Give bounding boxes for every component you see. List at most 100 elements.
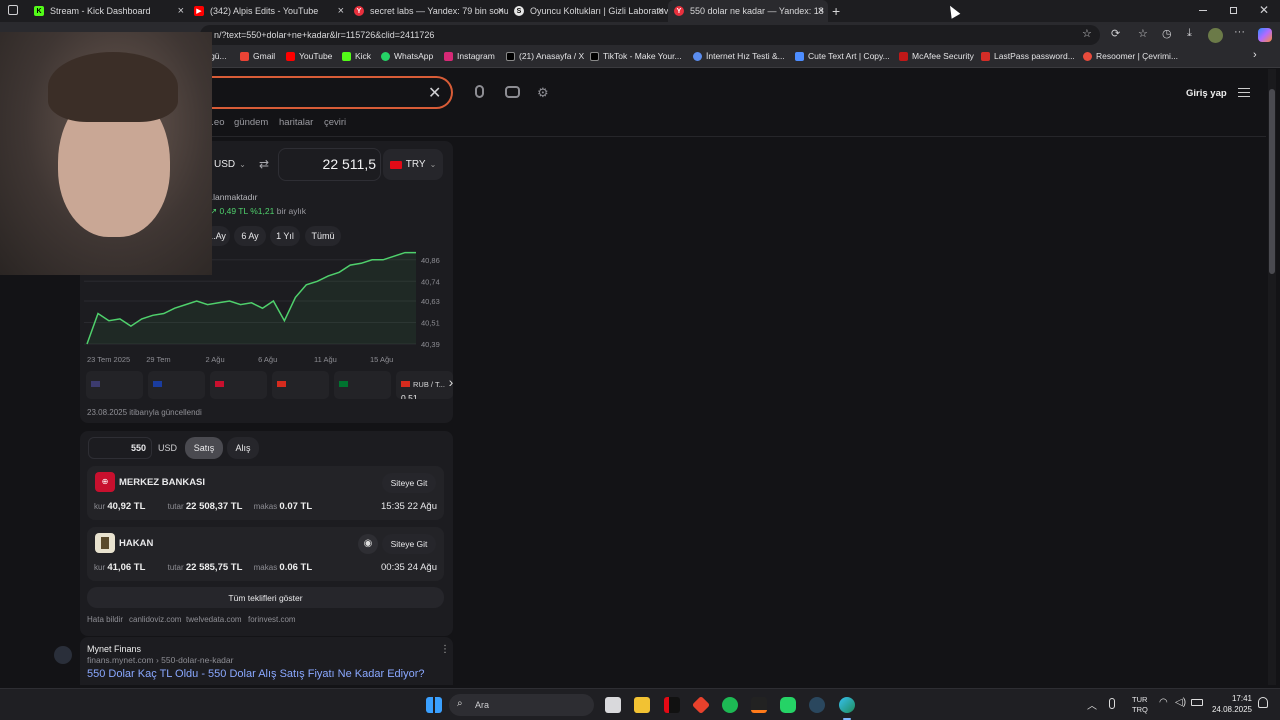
offer-spread: 0.07 TL <box>279 501 313 512</box>
steam-icon[interactable] <box>809 697 825 713</box>
amount-currency[interactable]: USD <box>158 443 177 453</box>
flag-us-icon <box>91 381 100 387</box>
close-icon[interactable]: × <box>658 5 664 17</box>
to-currency-select[interactable]: TRY ⌄ <box>383 149 443 180</box>
profile-avatar[interactable] <box>1208 28 1223 43</box>
volume-icon[interactable]: ◁) <box>1175 697 1186 708</box>
browser-tab-active[interactable]: Y 550 dolar ne kadar — Yandex: 18 × <box>668 0 828 22</box>
bookmark-item[interactable]: Gmail <box>240 51 275 61</box>
bookmark-item[interactable]: WhatsApp <box>381 51 433 61</box>
currency-pair-ae[interactable]: AED / TRY11,14 <box>334 371 391 399</box>
refresh-icon[interactable]: ⟳ <box>1111 27 1120 40</box>
file-explorer-icon[interactable] <box>634 697 650 713</box>
taskbar-search[interactable] <box>449 694 594 716</box>
favorites-icon[interactable]: ☆ <box>1138 27 1148 40</box>
clock-time[interactable]: 17:41 <box>1212 694 1252 703</box>
input-language[interactable]: TUR TRQ <box>1132 695 1148 715</box>
report-error-link[interactable]: Hata bildir <box>87 615 123 624</box>
task-view-icon[interactable] <box>605 697 621 713</box>
notifications-icon[interactable] <box>1258 697 1268 708</box>
app-orange-icon[interactable] <box>751 697 767 713</box>
bookmark-item[interactable]: McAfee Security <box>899 51 974 61</box>
close-window-icon[interactable]: ✕ <box>1259 3 1269 17</box>
browser-tab[interactable]: Ysecret labs — Yandex: 79 bin sonu × <box>348 0 508 22</box>
battery-icon[interactable] <box>1191 699 1203 706</box>
bookmark-label: YouTube <box>299 51 333 61</box>
result-title-link[interactable]: 550 Dolar Kaç TL Oldu - 550 Dolar Alış S… <box>87 668 425 680</box>
currency-pair-us[interactable]: USD / TRY40,93 <box>86 371 143 399</box>
sell-button[interactable]: Satış <box>185 437 223 459</box>
merkez-bankasi-logo: ⊕ <box>95 472 115 492</box>
new-tab-icon[interactable]: + <box>832 3 840 19</box>
scrollbar-thumb[interactable] <box>1269 89 1275 274</box>
restore-icon[interactable] <box>1230 7 1237 14</box>
range-button[interactable]: Tümü <box>305 226 341 246</box>
edge-icon[interactable] <box>839 697 855 713</box>
search-tab[interactable]: çeviri <box>324 117 346 128</box>
buy-button[interactable]: Alış <box>227 437 259 459</box>
minimize-icon[interactable] <box>1199 10 1207 11</box>
close-icon[interactable]: × <box>338 5 344 17</box>
copilot-icon[interactable] <box>1258 28 1272 42</box>
app-diamond-icon[interactable] <box>691 695 711 715</box>
bookmark-item[interactable]: İnternet Hız Testi &... <box>693 51 785 61</box>
location-pin-icon[interactable]: ◉ <box>358 534 378 554</box>
close-icon[interactable]: × <box>178 5 184 17</box>
image-search-icon[interactable] <box>505 86 520 98</box>
visit-site-button[interactable]: Siteye Git <box>382 473 436 493</box>
currency-pair-ca[interactable]: CAD / TRY29,60 <box>272 371 329 399</box>
browser-tab[interactable]: S Oyuncu Koltukları | Gizli Laboratuv × <box>508 0 668 22</box>
show-all-offers-button[interactable]: Tüm teklifleri göster <box>87 587 444 608</box>
close-icon[interactable]: × <box>498 5 504 17</box>
login-button[interactable]: Giriş yap <box>1186 88 1227 99</box>
bookmark-item[interactable]: Kick <box>342 51 371 61</box>
bookmark-item[interactable]: (21) Anasayfa / X <box>506 51 584 61</box>
tab-actions-icon[interactable] <box>8 5 18 15</box>
swap-currency-icon[interactable]: ⇄ <box>259 157 269 171</box>
download-icon[interactable]: ⤓ <box>1187 27 1192 40</box>
netflix-icon[interactable] <box>664 697 680 713</box>
source-link[interactable]: twelvedata.com <box>186 615 242 624</box>
x-tick-label: 23 Tem 2025 <box>87 355 130 364</box>
source-link[interactable]: canlidoviz.com <box>129 615 181 624</box>
whatsapp-icon[interactable] <box>780 697 796 713</box>
clock-date[interactable]: 24.08.2025 <box>1208 705 1252 714</box>
browser-tab[interactable]: ▶ (342) Alpis Edits - YouTube × <box>188 0 348 22</box>
browser-tab[interactable]: K Stream - Kick Dashboard × <box>28 0 188 22</box>
spotify-icon[interactable] <box>722 697 738 713</box>
bookmark-item[interactable]: LastPass password... <box>981 51 1075 61</box>
pair-label: EUR / TRY <box>153 398 190 399</box>
search-tab[interactable]: haritalar <box>279 117 313 128</box>
favorite-star-icon[interactable]: ☆ <box>1082 27 1092 40</box>
tray-chevron-icon[interactable]: ︿ <box>1087 697 1097 712</box>
hamburger-menu-icon[interactable] <box>1238 88 1250 97</box>
range-button[interactable]: 1 Yıl <box>270 226 300 246</box>
bookmark-item[interactable]: Resoomer | Çevrimi... <box>1083 51 1178 61</box>
tab-bar: K Stream - Kick Dashboard × ▶ (342) Alpis E… <box>0 0 1280 22</box>
microphone-icon[interactable] <box>1109 698 1115 709</box>
history-icon[interactable]: ◷ <box>1162 27 1172 40</box>
rate-status: ...lanmaktadır <box>206 192 258 202</box>
from-currency-select[interactable]: USD ⌄ <box>214 149 254 179</box>
result-more-icon[interactable]: ⋮ <box>440 644 450 655</box>
bookmarks-more-icon[interactable]: › <box>1253 49 1257 61</box>
bookmark-item[interactable]: YouTube <box>286 51 332 61</box>
search-tab[interactable]: gündem <box>234 117 268 128</box>
menu-dots-icon[interactable]: ··· <box>1234 26 1245 38</box>
pairs-next-icon[interactable]: › <box>441 374 461 396</box>
currency-pair-gb[interactable]: GBP / TRY55,34 <box>210 371 267 399</box>
bookmark-item[interactable]: Instagram <box>444 51 495 61</box>
visit-site-button[interactable]: Siteye Git <box>382 534 436 554</box>
windows-start-icon[interactable] <box>426 697 442 713</box>
source-link[interactable]: forinvest.com <box>248 615 296 624</box>
wifi-icon[interactable]: ◠ <box>1159 697 1168 708</box>
range-button[interactable]: 6 Ay <box>234 226 266 246</box>
search-settings-icon[interactable]: ⚙ <box>537 85 549 101</box>
close-icon[interactable]: × <box>818 5 824 17</box>
bookmark-item[interactable]: TikTok - Make Your... <box>590 51 682 61</box>
voice-search-icon[interactable] <box>475 85 484 98</box>
clear-search-icon[interactable]: ✕ <box>428 83 441 103</box>
bookmark-item[interactable]: Cute Text Art | Copy... <box>795 51 890 61</box>
currency-pair-eu[interactable]: EUR / TRY48 <box>148 371 205 399</box>
rate-change: ↗ 0,49 TL %1,21 bir aylık <box>210 206 306 217</box>
